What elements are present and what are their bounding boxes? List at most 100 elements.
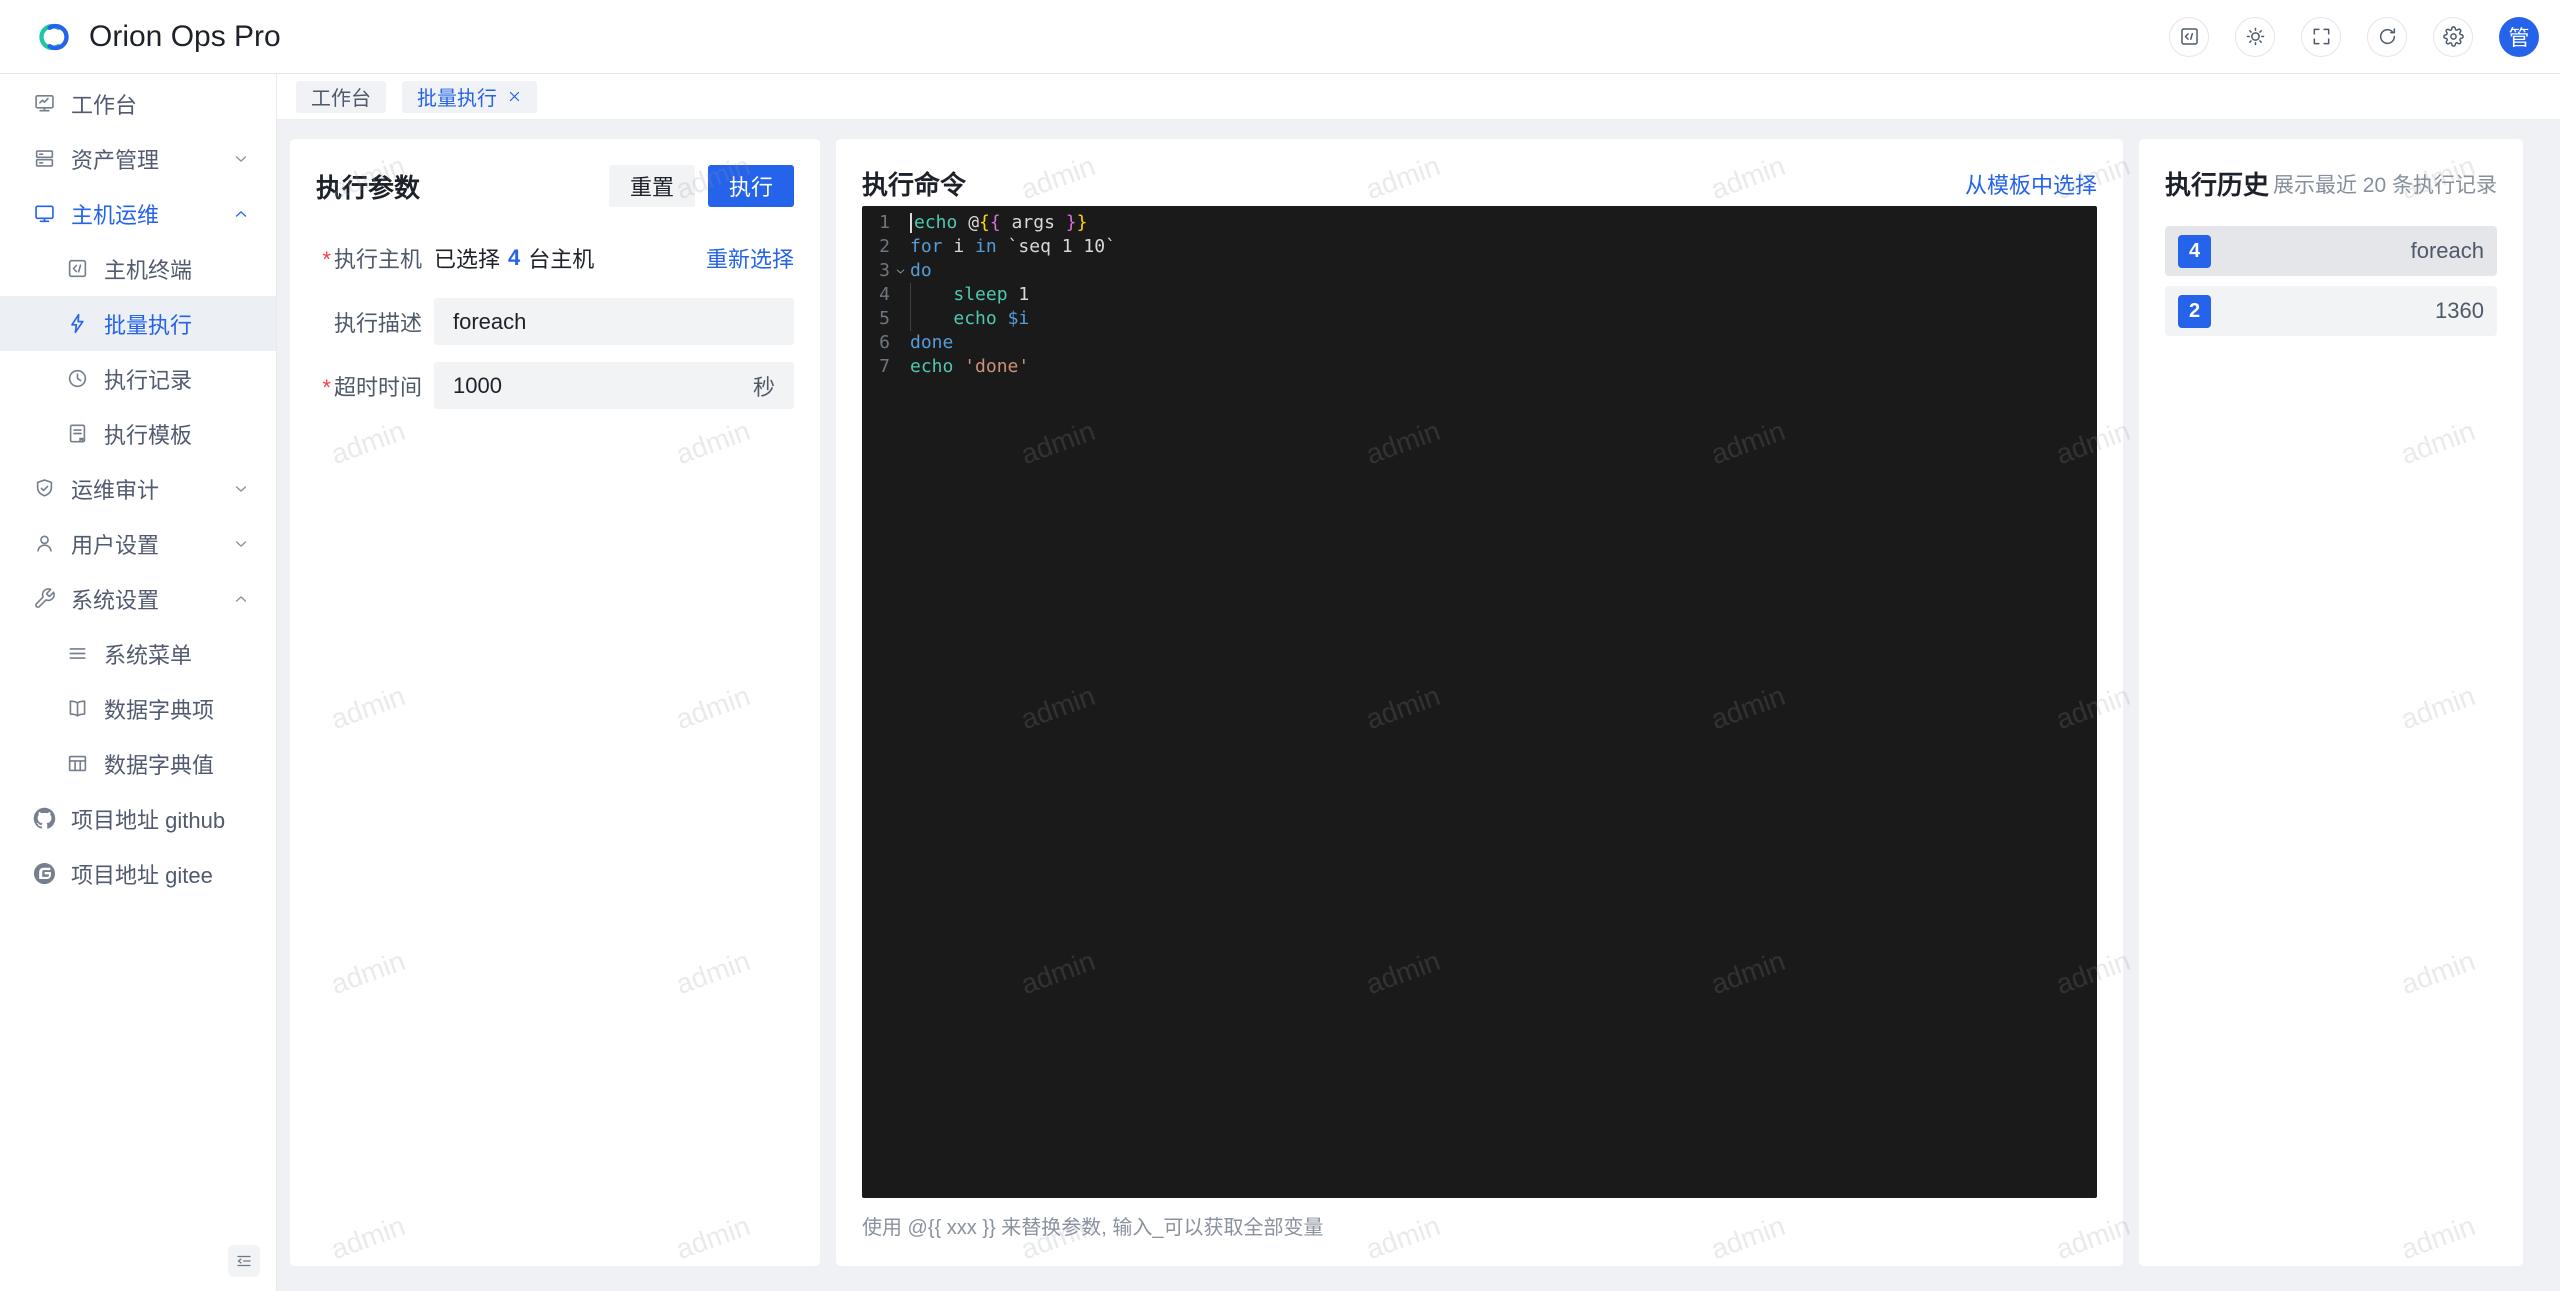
history-item[interactable]: 2 1360: [2165, 286, 2497, 336]
sidebar-item-batch-exec[interactable]: 批量执行: [0, 296, 276, 351]
tab-label: 批量执行: [417, 82, 497, 111]
fullscreen-button[interactable]: [2301, 17, 2341, 57]
menu-icon: [66, 642, 89, 665]
sidebar-item-host-ops[interactable]: 主机运维: [0, 186, 276, 241]
exec-params-panel: 执行参数 重置 执行 执行主机 已选择 4 台主机: [290, 139, 820, 1266]
history-item-label: foreach: [2411, 238, 2484, 264]
sidebar-item-host-terminal[interactable]: 主机终端: [0, 241, 276, 296]
sidebar-item-system-menu[interactable]: 系统菜单: [0, 626, 276, 681]
sidebar-item-workbench[interactable]: 工作台: [0, 76, 276, 131]
params-form: 执行主机 已选择 4 台主机 重新选择 执行描述: [316, 235, 794, 426]
exec-count-badge: 4: [2178, 235, 2211, 268]
exec-count-badge: 2: [2178, 295, 2211, 328]
sidebar-item-user-settings[interactable]: 用户设置: [0, 516, 276, 571]
sidebar-item-label: 主机终端: [104, 253, 250, 285]
close-icon[interactable]: [507, 89, 522, 104]
tab-批量执行[interactable]: 批量执行: [402, 81, 537, 113]
history-subtitle: 展示最近 20 条执行记录: [2273, 169, 2497, 199]
theme-sun-icon: [2245, 26, 2266, 47]
history-item-label: 1360: [2435, 298, 2484, 324]
code-text: echo $i: [910, 307, 2097, 331]
sidebar-item-system-settings[interactable]: 系统设置: [0, 571, 276, 626]
terminal-icon: [66, 257, 89, 280]
select-from-template-link[interactable]: 从模板中选择: [1965, 168, 2097, 200]
chevron-up-icon: [232, 590, 250, 608]
app-logo-icon: [33, 16, 75, 58]
sidebar-item-label: 运维审计: [71, 473, 217, 505]
sidebar-item-assets[interactable]: 资产管理: [0, 131, 276, 186]
code-line: 5 echo $i: [862, 307, 2097, 331]
required-asterisk: [322, 375, 334, 400]
shield-icon: [33, 477, 56, 500]
history-item[interactable]: 4 foreach: [2165, 226, 2497, 276]
host-value: 已选择 4 台主机 重新选择: [434, 242, 794, 274]
sidebar-collapse-button[interactable]: [228, 1245, 260, 1277]
timeout-label: 超时时间: [316, 370, 422, 402]
code-line: 3 do: [862, 259, 2097, 283]
code-text: done: [910, 331, 2097, 355]
refresh-button[interactable]: [2367, 17, 2407, 57]
book-icon: [66, 697, 89, 720]
theme-sun-button[interactable]: [2235, 17, 2275, 57]
history-panel-head: 执行历史 展示最近 20 条执行记录: [2165, 165, 2497, 202]
sidebar-item-label: 数据字典值: [104, 748, 250, 780]
line-number: 6: [862, 331, 890, 355]
params-panel-head: 执行参数 重置 执行: [316, 165, 794, 207]
settings-gear-button[interactable]: [2433, 17, 2473, 57]
dashboard-icon: [33, 92, 56, 115]
user-icon: [33, 532, 56, 555]
sidebar-item-gitee[interactable]: 项目地址 gitee: [0, 846, 276, 901]
code-editor[interactable]: 1echo @{{ args }}2for i in `seq 1 10`3do…: [862, 206, 2097, 1198]
sidebar-item-github[interactable]: 项目地址 github: [0, 791, 276, 846]
fold-icon[interactable]: [890, 259, 910, 283]
chevron-down-icon: [232, 480, 250, 498]
gutter-space: [890, 235, 910, 259]
sidebar-item-label: 数据字典项: [104, 693, 250, 725]
reselect-hosts-link[interactable]: 重新选择: [706, 242, 794, 274]
gutter-space: [890, 355, 910, 379]
host-value-suffix: 台主机: [528, 242, 594, 274]
params-title: 执行参数: [316, 168, 420, 205]
timeout-input[interactable]: [453, 373, 753, 399]
header-actions: 管: [2169, 17, 2539, 57]
sidebar-item-dict-keys[interactable]: 数据字典项: [0, 681, 276, 736]
menu-fold-icon: [235, 1252, 253, 1270]
timeout-input-wrap: 秒: [434, 362, 794, 409]
history-title: 执行历史: [2165, 165, 2269, 202]
sidebar-item-label: 系统菜单: [104, 638, 250, 670]
chevron-down-icon: [232, 535, 250, 553]
command-title: 执行命令: [862, 165, 966, 202]
host-row: 执行主机 已选择 4 台主机 重新选择: [316, 235, 794, 281]
sidebar-item-label: 工作台: [71, 88, 250, 120]
app-title: Orion Ops Pro: [89, 20, 281, 54]
sidebar-item-exec-records[interactable]: 执行记录: [0, 351, 276, 406]
sidebar-item-label: 系统设置: [71, 583, 217, 615]
host-value-prefix: 已选择: [434, 242, 500, 274]
gutter-space: [890, 331, 910, 355]
params-actions: 重置 执行: [609, 165, 794, 207]
sidebar-item-label: 项目地址 gitee: [71, 858, 250, 890]
history-list: 4 foreach 2 1360: [2165, 226, 2497, 346]
run-button[interactable]: 执行: [708, 165, 794, 207]
gitee-icon: [33, 862, 56, 885]
sidebar-item-dict-values[interactable]: 数据字典值: [0, 736, 276, 791]
reset-button[interactable]: 重置: [609, 165, 695, 207]
line-number: 3: [862, 259, 890, 283]
sidebar-item-ops-audit[interactable]: 运维审计: [0, 461, 276, 516]
timeout-unit: 秒: [753, 370, 775, 402]
sidebar-item-label: 批量执行: [104, 308, 250, 340]
timeout-row: 超时时间 秒: [316, 362, 794, 409]
exec-command-panel: 执行命令 从模板中选择 1echo @{{ args }}2for i in `…: [836, 139, 2123, 1266]
code-square-button[interactable]: [2169, 17, 2209, 57]
exec-history-panel: 执行历史 展示最近 20 条执行记录 4 foreach 2 1360: [2139, 139, 2523, 1266]
tab-工作台[interactable]: 工作台: [296, 81, 386, 113]
tab-bar: 工作台 批量执行: [277, 74, 2560, 120]
user-avatar[interactable]: 管: [2499, 17, 2539, 57]
sidebar-item-label: 主机运维: [71, 198, 217, 230]
gutter-space: [890, 307, 910, 331]
sidebar-item-exec-templates[interactable]: 执行模板: [0, 406, 276, 461]
code-text: do: [910, 259, 2097, 283]
template-icon: [66, 422, 89, 445]
description-input[interactable]: [453, 309, 775, 335]
wrench-icon: [33, 587, 56, 610]
